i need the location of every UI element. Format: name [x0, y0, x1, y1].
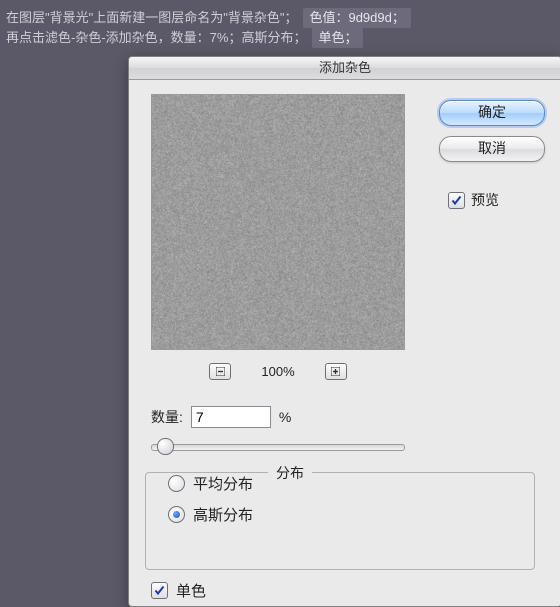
distribution-legend: 分布 [268, 463, 312, 483]
radio-uniform-row[interactable]: 平均分布 [168, 473, 534, 494]
zoom-in-button[interactable] [325, 363, 347, 380]
ok-button-label: 确定 [478, 104, 506, 120]
preview-checkbox-row[interactable]: 预览 [448, 190, 499, 210]
radio-gaussian-row[interactable]: 高斯分布 [168, 504, 534, 525]
radio-uniform-label: 平均分布 [193, 473, 253, 494]
zoom-value: 100% [261, 364, 294, 379]
preview-checkbox[interactable] [448, 192, 465, 209]
distribution-fieldset: 分布 平均分布 高斯分布 [145, 472, 535, 570]
slider-thumb[interactable] [157, 438, 174, 455]
radio-gaussian[interactable] [168, 506, 185, 523]
radio-uniform[interactable] [168, 475, 185, 492]
zoom-controls: 100% [151, 360, 405, 382]
monochrome-label: 单色 [176, 580, 206, 601]
noise-preview [151, 94, 405, 350]
zoom-out-button[interactable] [209, 363, 231, 380]
add-noise-dialog: 添加杂色 100% 确定 取消 预览 数量: [128, 56, 560, 607]
dialog-title-bar: 添加杂色 [129, 57, 560, 80]
instruction-line1: 在图层"背景光"上面新建一图层命名为"背景杂色"； [6, 10, 297, 25]
amount-input[interactable] [191, 406, 271, 428]
monochrome-row[interactable]: 单色 [151, 580, 206, 601]
cancel-button-label: 取消 [478, 140, 506, 156]
amount-row: 数量: % [151, 406, 291, 428]
ok-button[interactable]: 确定 [439, 100, 545, 126]
dialog-title: 添加杂色 [319, 60, 371, 75]
cancel-button[interactable]: 取消 [439, 136, 545, 162]
amount-label: 数量: [151, 407, 183, 427]
amount-slider[interactable] [151, 436, 405, 456]
radio-gaussian-label: 高斯分布 [193, 504, 253, 525]
instruction-line2: 再点击滤色-杂色-添加杂色，数量：7%；高斯分布； [6, 30, 306, 45]
monochrome-checkbox[interactable] [151, 582, 168, 599]
slider-track [151, 444, 405, 451]
preview-label: 预览 [471, 190, 499, 210]
instruction-text: 在图层"背景光"上面新建一图层命名为"背景杂色"； 色值：9d9d9d； 再点击滤… [0, 0, 560, 48]
instruction-chip-mono: 单色； [312, 28, 363, 48]
instruction-chip-color: 色值：9d9d9d； [303, 8, 410, 28]
amount-unit: % [279, 409, 291, 425]
